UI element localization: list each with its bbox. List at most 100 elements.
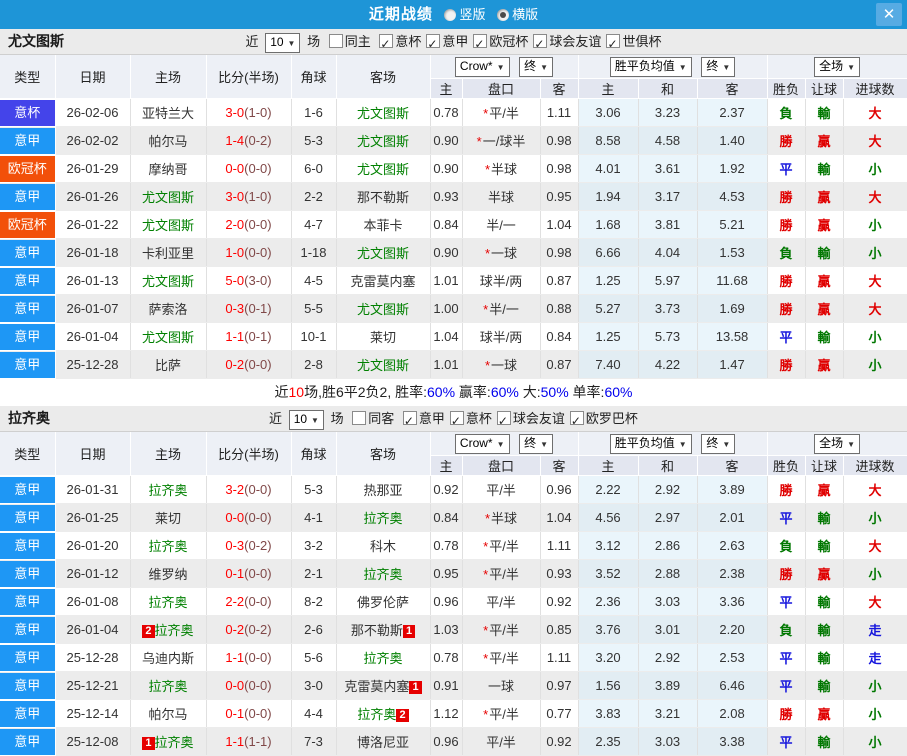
layout-radio-horizontal[interactable]: 横版 <box>497 7 538 22</box>
col-header-away: 客场 <box>336 55 431 99</box>
corner-count: 2-2 <box>291 182 337 211</box>
match-count-select[interactable]: 10 ▼ <box>265 32 301 53</box>
league-filter-checkbox[interactable]: 球会友谊 <box>496 409 565 434</box>
home-team: 拉齐奥 <box>154 623 194 638</box>
checkbox-unchecked-icon[interactable] <box>328 34 343 48</box>
result-goals: 大 <box>843 531 907 560</box>
avg-away-odds: 1.69 <box>697 294 768 323</box>
odds-time-select[interactable]: 终 ▼ <box>519 433 554 454</box>
away-team-cell: 克雷莫内塞 <box>336 266 431 295</box>
result-handicap: 輸 <box>805 503 844 532</box>
league-filter-checkbox[interactable]: 意杯 <box>379 32 421 57</box>
avg-away-odds: 3.38 <box>697 727 768 756</box>
league-badge: 欧冠杯 <box>0 156 54 182</box>
avg-odds-select[interactable]: 胜平负均值 ▼ <box>609 56 692 77</box>
home-team-cell: 维罗纳 <box>130 559 207 588</box>
handicap-line: *平/半 <box>462 699 541 728</box>
league-badge: 意甲 <box>0 533 54 559</box>
home-team-cell: 尤文图斯 <box>130 322 207 351</box>
same-venue-checkbox[interactable]: 同主 <box>328 34 371 49</box>
league-filter-checkbox[interactable]: 世俱杯 <box>606 32 661 57</box>
scope-select[interactable]: 全场 ▼ <box>814 433 861 454</box>
layout-radio-vertical[interactable]: 竖版 <box>444 7 486 22</box>
handicap-home-odds: 0.93 <box>430 182 463 211</box>
handicap-away-odds: 0.87 <box>540 266 579 295</box>
league-filter-checkbox[interactable]: 欧罗巴杯 <box>569 409 638 434</box>
checkbox-checked-icon[interactable] <box>426 32 441 57</box>
chevron-down-icon: ▼ <box>678 62 687 72</box>
home-team-cell: 拉齐奥 <box>130 587 207 616</box>
checkbox-unchecked-icon[interactable] <box>352 411 367 425</box>
checkbox-checked-icon[interactable] <box>496 409 511 434</box>
checkbox-checked-icon[interactable] <box>473 32 488 57</box>
match-date: 26-01-31 <box>55 475 131 504</box>
result-wdl: 勝 <box>767 475 806 504</box>
checkbox-checked-icon[interactable] <box>533 32 548 57</box>
corner-count: 2-1 <box>291 559 337 588</box>
match-date: 26-02-02 <box>55 126 131 155</box>
odds-time-select[interactable]: 终 ▼ <box>519 56 554 77</box>
same-venue-checkbox[interactable]: 同客 <box>352 411 394 426</box>
avg-time-select[interactable]: 终 ▼ <box>701 433 736 454</box>
same-venue-label: 同客 <box>368 411 395 426</box>
checkbox-checked-icon[interactable] <box>449 409 464 434</box>
handicap-home-odds: 1.00 <box>430 294 463 323</box>
home-team-cell: 拉齐奥 <box>130 671 207 700</box>
league-filter-label: 球会友谊 <box>512 411 565 426</box>
league-filter-checkbox[interactable]: 欧冠杯 <box>473 32 528 57</box>
league-filter-checkbox[interactable]: 意甲 <box>426 32 468 57</box>
result-wdl: 平 <box>767 154 806 183</box>
near-label: 近 <box>245 34 259 49</box>
bookmaker-select[interactable]: Crow* ▼ <box>454 433 510 454</box>
match-date: 26-01-13 <box>55 266 131 295</box>
checkbox-checked-icon[interactable] <box>569 409 584 434</box>
match-row: 意甲 25-12-28 乌迪内斯 1-1(0-0) 5-6 拉齐奥 0.78 *平/半 1.11… <box>0 643 907 672</box>
col-header-home: 主场 <box>130 55 207 99</box>
result-wdl: 平 <box>767 643 806 672</box>
league-type-cell: 欧冠杯 <box>0 154 56 183</box>
league-filter-checkbox[interactable]: 意甲 <box>402 409 445 434</box>
away-team-cell: 尤文图斯 <box>336 350 431 379</box>
home-team-cell: 尤文图斯 <box>130 210 207 239</box>
radio-selected-icon[interactable] <box>497 9 510 21</box>
avg-draw-odds: 4.58 <box>638 126 698 155</box>
home-team: 莱切 <box>154 511 181 526</box>
league-badge: 意甲 <box>0 240 54 266</box>
away-team-cell: 拉齐奥 2 <box>336 699 431 728</box>
match-count-select[interactable]: 10 ▼ <box>288 409 324 430</box>
handicap-away-odds: 1.04 <box>540 210 579 239</box>
result-handicap: 輸 <box>805 322 844 351</box>
checkbox-checked-icon[interactable] <box>402 409 417 434</box>
full-score: 0-0 <box>225 161 245 176</box>
handicap-home-odds: 1.04 <box>430 322 463 351</box>
summary-segment: 近 <box>274 384 289 400</box>
result-handicap: 輸 <box>805 727 844 756</box>
half-score: (0-0) <box>244 161 272 176</box>
league-type-cell: 欧冠杯 <box>0 210 56 239</box>
handicap-star-icon: * <box>483 651 489 666</box>
score-cell: 2-0(0-0) <box>206 210 292 239</box>
summary-segment: 场,胜6平2负2, 胜率: <box>304 384 428 400</box>
col-header-handicap-home: 主 <box>430 455 463 476</box>
league-type-cell: 意甲 <box>0 559 56 588</box>
league-type-cell: 意甲 <box>0 615 56 644</box>
league-filter-checkbox[interactable]: 球会友谊 <box>533 32 601 57</box>
score-cell: 0-0(0-0) <box>206 503 292 532</box>
checkbox-checked-icon[interactable] <box>379 32 394 57</box>
avg-odds-select[interactable]: 胜平负均值 ▼ <box>609 433 692 454</box>
avg-time-select[interactable]: 终 ▼ <box>701 56 736 77</box>
league-badge: 意甲 <box>0 617 54 643</box>
checkbox-checked-icon[interactable] <box>606 32 621 57</box>
result-handicap: 贏 <box>805 210 844 239</box>
match-row: 意甲 25-12-21 拉齐奥 0-0(0-0) 3-0 克雷莫内塞 1 0.91 一球 0.97… <box>0 671 907 700</box>
away-team: 尤文图斯 <box>356 106 409 121</box>
away-team-cell: 佛罗伦萨 <box>336 587 431 616</box>
league-filter-checkbox[interactable]: 意杯 <box>449 409 492 434</box>
league-filter-label: 欧罗巴杯 <box>585 411 638 426</box>
avg-draw-odds: 3.03 <box>638 727 698 756</box>
radio-unselected-icon[interactable] <box>444 9 457 21</box>
near-label: 近 <box>269 411 283 426</box>
scope-select[interactable]: 全场 ▼ <box>814 56 861 77</box>
close-button[interactable]: ✕ <box>876 3 902 26</box>
bookmaker-select[interactable]: Crow* ▼ <box>454 56 510 77</box>
